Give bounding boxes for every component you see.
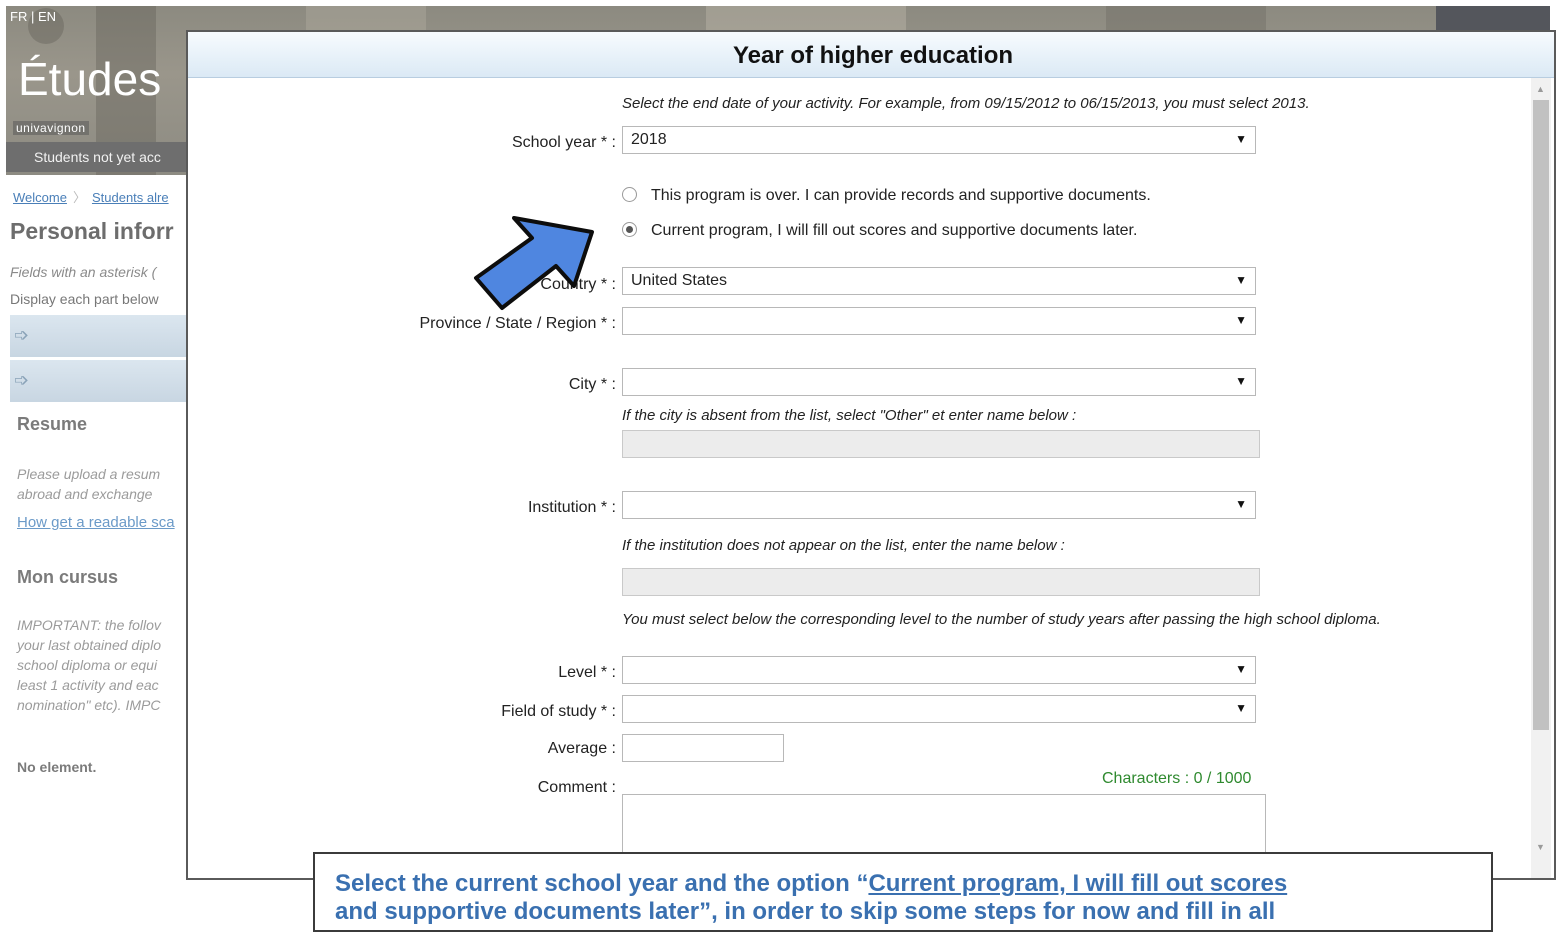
school-year-select[interactable]: 2018 ▼ — [622, 126, 1256, 154]
comment-label: Comment : — [537, 779, 616, 796]
dropdown-caret-icon: ▼ — [1235, 273, 1247, 287]
radio-current-program-label: Current program, I will fill out scores … — [651, 222, 1138, 239]
province-label: Province / State / Region * : — [419, 315, 616, 332]
section-education[interactable]: ➩ Education and — [10, 360, 470, 402]
lang-fr-link[interactable]: FR — [10, 9, 27, 24]
lang-separator: | — [30, 9, 35, 24]
breadcrumb-chevron-icon: 〉 — [72, 190, 86, 205]
dropdown-caret-icon: ▼ — [1235, 313, 1247, 327]
students-nav-bar[interactable]: Students not yet acc — [6, 142, 188, 172]
character-counter: Characters : 0 / 1000 — [1102, 770, 1252, 787]
dialog-scrollbar[interactable]: ▲ ▼ — [1531, 78, 1551, 878]
other-city-field[interactable] — [622, 430, 1260, 458]
breadcrumb: Welcome 〉 Students alre — [13, 187, 169, 206]
callout-second-line: and supportive documents later”, in orde… — [335, 898, 1276, 925]
section-arrow-icon: ➩ — [14, 325, 30, 345]
city-hint: If the city is absent from the list, sel… — [622, 407, 1077, 424]
city-select[interactable]: ▼ — [622, 368, 1256, 396]
education-dialog: Year of higher education Select the end … — [186, 30, 1556, 880]
scrollbar-thumb[interactable] — [1533, 100, 1549, 730]
scroll-up-icon[interactable]: ▲ — [1536, 84, 1545, 94]
cursus-text-line: school diploma or equi — [17, 657, 158, 673]
radio-button-selected[interactable] — [622, 222, 637, 237]
callout-emphasis: Current program, I will fill out scores — [868, 870, 1288, 897]
dropdown-caret-icon: ▼ — [1235, 132, 1247, 146]
fields-note: Fields with an asterisk ( — [10, 264, 157, 280]
radio-program-over-label: This program is over. I can provide reco… — [651, 187, 1151, 204]
level-label: Level * : — [558, 664, 616, 681]
callout-prefix: Select the current school year and the o… — [335, 870, 869, 897]
end-date-hint: Select the end date of your activity. Fo… — [622, 95, 1310, 112]
section-arrow-icon: ➩ — [14, 370, 30, 390]
banner-dark-strip — [1436, 6, 1550, 32]
no-element-text: No element. — [17, 759, 97, 775]
field-of-study-label: Field of study * : — [501, 703, 616, 720]
province-select[interactable]: ▼ — [622, 307, 1256, 335]
breadcrumb-students[interactable]: Students alre — [92, 190, 169, 205]
dropdown-caret-icon: ▼ — [1235, 497, 1247, 511]
school-year-label: School year * : — [511, 134, 616, 151]
cursus-text-line: IMPORTANT: the follov — [17, 617, 161, 633]
lang-en-link[interactable]: EN — [38, 9, 56, 24]
students-nav-label: Students not yet acc — [34, 149, 161, 165]
country-value: United States — [631, 272, 728, 289]
radio-current-program[interactable]: Current program, I will fill out scores … — [622, 222, 1137, 240]
cursus-text-line: nomination" etc). IMPC — [17, 697, 161, 713]
resume-text-line: abroad and exchange — [17, 486, 153, 502]
institution-select[interactable]: ▼ — [622, 491, 1256, 519]
institution-label: Institution * : — [527, 499, 616, 516]
display-note: Display each part below — [10, 291, 159, 307]
section-personal-info[interactable]: ➩ Personal infor — [10, 315, 470, 357]
cursus-text-line: your last obtained diplo — [17, 637, 161, 653]
site-title: Études — [18, 53, 162, 105]
education-form: Select the end date of your activity. Fo… — [188, 32, 1528, 878]
average-input[interactable] — [622, 734, 784, 762]
radio-button[interactable] — [622, 187, 637, 202]
page-heading: Personal inforr — [10, 218, 174, 244]
dropdown-caret-icon: ▼ — [1235, 662, 1247, 676]
city-label: City * : — [568, 376, 616, 393]
pointer-arrow-icon — [474, 216, 594, 310]
resume-text-line: Please upload a resum — [17, 466, 161, 482]
university-logo: univavignon — [13, 121, 89, 135]
language-switcher: FR | EN — [10, 9, 56, 24]
average-label: Average : — [547, 740, 616, 757]
cursus-heading: Mon cursus — [17, 567, 119, 587]
instruction-callout: Select the current school year and the o… — [313, 852, 1493, 932]
school-year-value: 2018 — [631, 131, 667, 148]
field-of-study-select[interactable]: ▼ — [622, 695, 1256, 723]
other-institution-field[interactable] — [622, 568, 1260, 596]
breadcrumb-welcome[interactable]: Welcome — [13, 190, 67, 205]
resume-help-link[interactable]: How get a readable sca — [17, 514, 175, 531]
dropdown-caret-icon: ▼ — [1235, 701, 1247, 715]
scroll-down-icon[interactable]: ▼ — [1536, 842, 1545, 852]
institution-hint: If the institution does not appear on th… — [622, 537, 1065, 554]
level-select[interactable]: ▼ — [622, 656, 1256, 684]
radio-program-over[interactable]: This program is over. I can provide reco… — [622, 187, 1151, 205]
cursus-text-line: least 1 activity and eac — [17, 677, 159, 693]
resume-heading: Resume — [17, 414, 88, 434]
level-hint: You must select below the corresponding … — [622, 611, 1381, 628]
country-select[interactable]: United States ▼ — [622, 267, 1256, 295]
dropdown-caret-icon: ▼ — [1235, 374, 1247, 388]
